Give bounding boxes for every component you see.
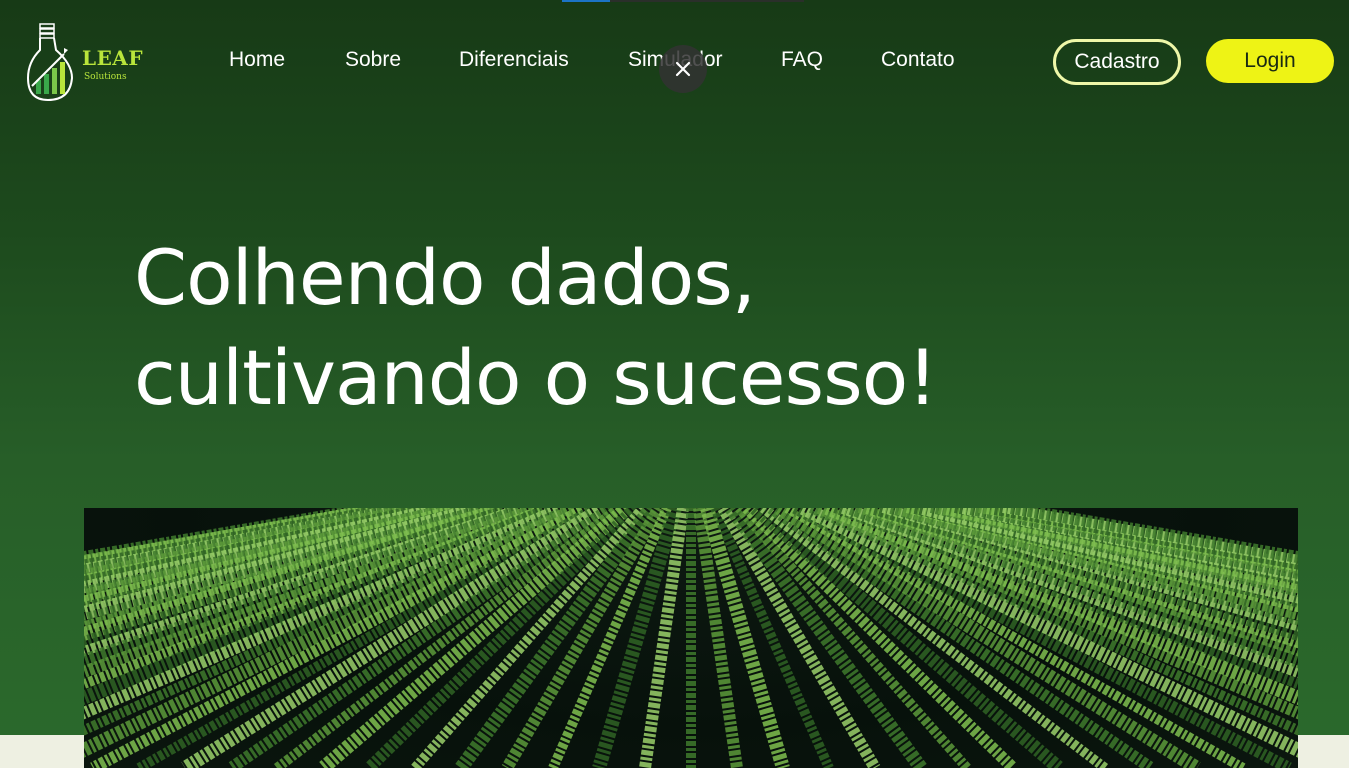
brand-name: LEAF — [82, 46, 144, 70]
hero-headline: Colhendo dados, cultivando o sucesso! — [134, 228, 1034, 428]
brand-tagline: Solutions — [84, 72, 127, 82]
brand-logo[interactable]: LEAF Solutions — [24, 20, 144, 104]
hero-headline-line-1: Colhendo dados, — [134, 233, 756, 322]
lightbulb-chart-icon — [26, 23, 74, 102]
close-icon — [675, 61, 691, 77]
cadastro-button[interactable]: Cadastro — [1053, 39, 1181, 85]
nav-sobre[interactable]: Sobre — [345, 48, 401, 72]
close-overlay-button[interactable] — [659, 45, 707, 93]
hero-headline-line-2: cultivando o sucesso! — [134, 333, 938, 422]
login-button[interactable]: Login — [1206, 39, 1334, 83]
crop-field-image — [84, 508, 1298, 768]
nav-diferenciais[interactable]: Diferenciais — [459, 48, 569, 72]
top-loading-bar — [562, 0, 804, 2]
nav-faq[interactable]: FAQ — [781, 48, 823, 72]
nav-home[interactable]: Home — [229, 48, 285, 72]
nav-contato[interactable]: Contato — [881, 48, 955, 72]
